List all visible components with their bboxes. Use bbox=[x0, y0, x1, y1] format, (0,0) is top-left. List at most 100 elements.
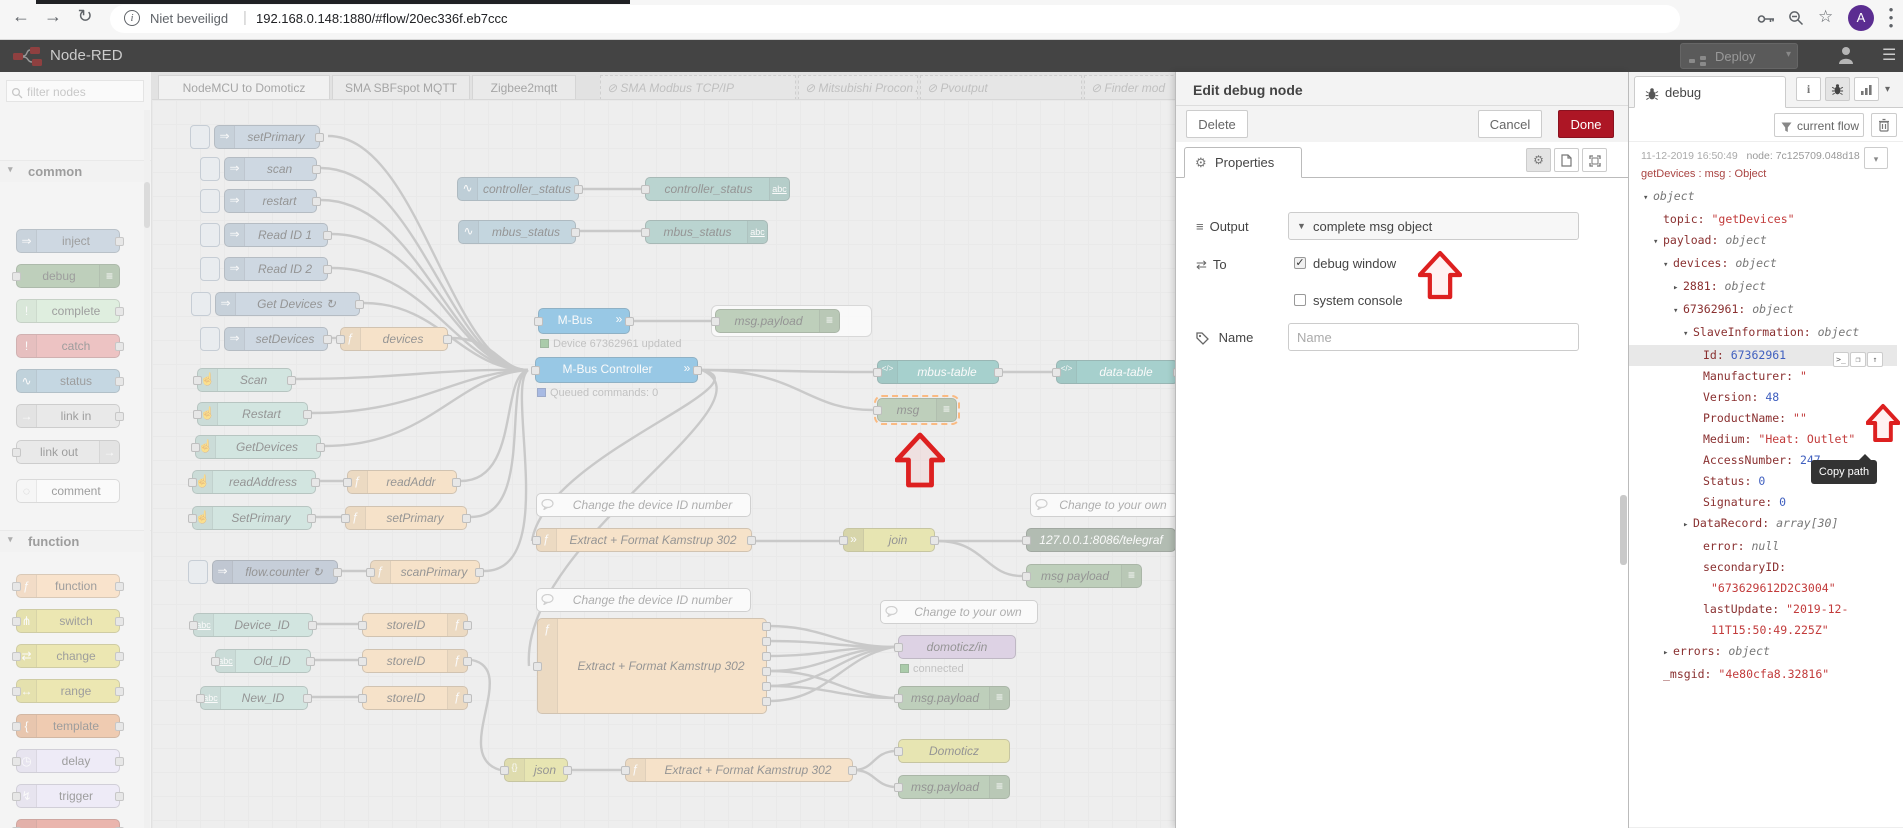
debug-tree-row[interactable]: ▸ DataRecord: array[30] bbox=[1629, 513, 1897, 536]
collapse-icon[interactable]: ▾ bbox=[1653, 232, 1663, 253]
collapse-icon[interactable]: ▾ bbox=[1673, 301, 1683, 322]
debug-tree-row[interactable]: ProductName: "" bbox=[1629, 408, 1897, 429]
debug-tree-row[interactable]: Signature: 0 bbox=[1629, 492, 1897, 513]
debug-tree-row[interactable]: ▸ errors: object bbox=[1629, 641, 1897, 664]
debug-timestamp: 11-12-2019 16:50:49 bbox=[1641, 150, 1738, 162]
debug-tree-row[interactable]: Medium: "Heat: Outlet" bbox=[1629, 429, 1897, 450]
debug-tree-row[interactable]: 11T15:50:49.225Z" bbox=[1629, 620, 1897, 641]
expand-icon-button[interactable] bbox=[1582, 148, 1607, 172]
debug-tree-row[interactable]: ▸ 2881: object bbox=[1629, 276, 1897, 299]
debug-row-actions[interactable]: >_ ❐ ↑ bbox=[1832, 348, 1883, 367]
url-separator: | bbox=[243, 9, 247, 26]
browser-menu-icon[interactable]: • • • bbox=[1886, 3, 1896, 32]
pin-button[interactable]: ↑ bbox=[1867, 352, 1883, 367]
annotation-arrow-canvas bbox=[895, 432, 945, 488]
deploy-label: Deploy bbox=[1715, 49, 1756, 64]
debug-tree-row[interactable]: ▾ SlaveInformation: object bbox=[1629, 322, 1897, 345]
shuffle-icon: ⇄ bbox=[1196, 257, 1207, 272]
deploy-icon bbox=[1689, 52, 1707, 66]
system-console-label: system console bbox=[1313, 293, 1403, 308]
done-button[interactable]: Done bbox=[1558, 110, 1614, 138]
dialog-toolbar: Delete Cancel Done bbox=[1176, 106, 1629, 142]
collapse-icon[interactable]: ▾ bbox=[1683, 324, 1693, 345]
hamburger-menu-icon[interactable]: ☰ bbox=[1882, 45, 1896, 65]
sidebar-caret-icon[interactable]: ▾ bbox=[1885, 84, 1890, 95]
browser-forward-icon[interactable]: → bbox=[40, 6, 66, 27]
user-icon[interactable] bbox=[1838, 46, 1854, 65]
tab-properties[interactable]: ⚙ Properties bbox=[1184, 147, 1302, 178]
deploy-caret-icon[interactable]: ▾ bbox=[1786, 49, 1791, 60]
funnel-icon bbox=[1781, 120, 1792, 134]
gear-icon: ⚙ bbox=[1195, 155, 1207, 170]
expand-icon[interactable]: ▸ bbox=[1683, 515, 1693, 536]
deploy-button[interactable]: Deploy ▾ bbox=[1680, 43, 1798, 69]
expand-icon[interactable]: ▸ bbox=[1673, 278, 1683, 299]
debug-tree-row[interactable]: ▾ payload: object bbox=[1629, 230, 1897, 253]
copy-path-button[interactable]: >_ bbox=[1833, 352, 1849, 367]
name-input[interactable]: Name bbox=[1288, 323, 1579, 351]
debug-tree-row[interactable]: Manufacturer: " bbox=[1629, 366, 1897, 387]
node-settings-icon-button[interactable]: ⚙ bbox=[1526, 148, 1551, 172]
cancel-button[interactable]: Cancel bbox=[1478, 110, 1542, 138]
debug-tree-row[interactable]: error: null bbox=[1629, 536, 1897, 557]
annotation-arrow-sidebar bbox=[1866, 404, 1900, 442]
debug-tree-row[interactable]: topic: "getDevices" bbox=[1629, 209, 1897, 230]
debug-message-meta: 11-12-2019 16:50:49 node: 7c125709.048d1… bbox=[1641, 150, 1860, 162]
debug-tree-row[interactable]: "673629612D2C3004" bbox=[1629, 578, 1897, 599]
debug-message-subject: getDevices : msg : Object bbox=[1641, 168, 1767, 180]
zoom-out-icon[interactable] bbox=[1788, 9, 1804, 27]
collapse-icon[interactable]: ▾ bbox=[1643, 188, 1653, 209]
debug-window-label: debug window bbox=[1313, 256, 1397, 271]
name-placeholder: Name bbox=[1297, 330, 1332, 345]
debug-tree-row[interactable]: Version: 48 bbox=[1629, 387, 1897, 408]
annotation-arrow-dialog bbox=[1418, 250, 1462, 300]
sidebar-toolbar: current flow bbox=[1629, 108, 1903, 142]
node-description-icon-button[interactable] bbox=[1554, 148, 1579, 172]
app-title: Node-RED bbox=[50, 47, 123, 64]
node-red-logo-icon bbox=[12, 44, 44, 68]
tab-debug[interactable]: debug bbox=[1634, 76, 1786, 108]
output-select[interactable]: ▼ complete msg object bbox=[1288, 212, 1579, 240]
url-text: 192.168.0.148:1880/#flow/20ec336f.eb7ccc bbox=[256, 11, 508, 26]
debug-tree-row[interactable]: lastUpdate: "2019-12- bbox=[1629, 599, 1897, 620]
edit-debug-node-dialog: Edit debug node Delete Cancel Done ⚙ Pro… bbox=[1175, 72, 1629, 828]
debug-tree-row[interactable]: ▾ object bbox=[1629, 186, 1897, 209]
password-key-icon[interactable] bbox=[1757, 10, 1775, 28]
dialog-scrollbar[interactable] bbox=[1620, 495, 1627, 565]
avatar[interactable]: A bbox=[1848, 5, 1874, 31]
debug-window-checkbox[interactable]: ✓ bbox=[1294, 257, 1306, 269]
list-icon: ≡ bbox=[1196, 219, 1204, 234]
dialog-header: Edit debug node bbox=[1176, 72, 1629, 106]
bookmark-star-icon[interactable]: ☆ bbox=[1818, 7, 1833, 27]
debug-tree-row[interactable]: Id: 67362961 >_ ❐ ↑ bbox=[1629, 345, 1897, 367]
browser-reload-icon[interactable]: ↻ bbox=[72, 6, 98, 27]
debug-tree-row[interactable]: ▾ devices: object bbox=[1629, 253, 1897, 276]
output-label: ≡ Output bbox=[1196, 219, 1249, 234]
info-tab-icon-button[interactable]: i bbox=[1796, 77, 1821, 101]
delete-button[interactable]: Delete bbox=[1186, 110, 1248, 138]
expand-icon[interactable]: ▸ bbox=[1663, 643, 1673, 664]
system-console-checkbox[interactable] bbox=[1294, 294, 1306, 306]
name-label: Name bbox=[1196, 330, 1253, 345]
debug-tree-row[interactable]: ▾ 67362961: object bbox=[1629, 299, 1897, 322]
to-label: ⇄ To bbox=[1196, 257, 1227, 272]
debug-json-tree: ▾ object topic: "getDevices" ▾ payload: obje… bbox=[1629, 186, 1897, 685]
debug-tab-icon-button[interactable] bbox=[1825, 77, 1850, 101]
trash-icon-button[interactable] bbox=[1871, 113, 1897, 137]
debug-sidebar: debug i ▾ current flow 11-12-2019 16:50:… bbox=[1628, 72, 1903, 828]
filter-current-flow-button[interactable]: current flow bbox=[1774, 113, 1864, 137]
copy-value-button[interactable]: ❐ bbox=[1850, 352, 1866, 367]
page-info-icon[interactable]: i bbox=[124, 10, 140, 26]
url-bar[interactable]: i Niet beveiligd | 192.168.0.148:1880/#f… bbox=[110, 5, 1680, 33]
browser-back-icon[interactable]: ← bbox=[8, 6, 34, 27]
debug-tree-row[interactable]: secondaryID: bbox=[1629, 557, 1897, 578]
debug-tree-row[interactable]: _msgid: "4e80cfa8.32816" bbox=[1629, 664, 1897, 685]
app-header: Node-RED Deploy ▾ ☰ bbox=[0, 40, 1903, 72]
dashboard-tab-icon-button[interactable] bbox=[1854, 77, 1879, 101]
dialog-tab-bar: ⚙ Properties ⚙ bbox=[1176, 142, 1629, 178]
collapse-icon[interactable]: ▾ bbox=[1663, 255, 1673, 276]
bug-icon bbox=[1645, 85, 1659, 101]
debug-message-menu-button[interactable]: ▾ bbox=[1864, 147, 1888, 169]
debug-message: 11-12-2019 16:50:49 node: 7c125709.048d1… bbox=[1629, 142, 1903, 828]
dialog-title: Edit debug node bbox=[1193, 82, 1303, 98]
